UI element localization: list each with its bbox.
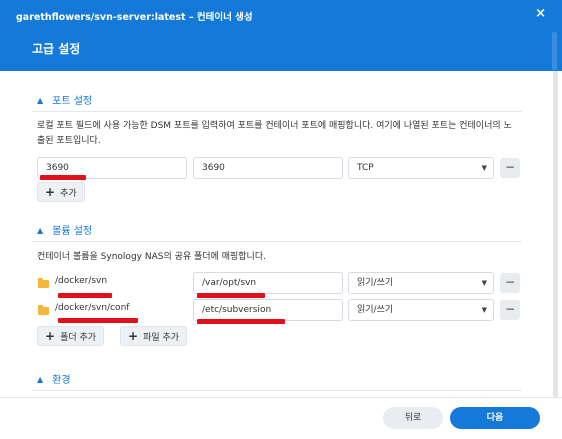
volume-section-title: 볼륨 설정	[52, 225, 93, 237]
minus-icon: −	[504, 302, 516, 316]
caret-down-icon: ▼	[481, 279, 487, 287]
remove-volume-button[interactable]: −	[500, 273, 520, 293]
mount-path-input[interactable]: /var/opt/svn	[193, 272, 343, 294]
env-section-toggle[interactable]: ▲ 환경	[32, 370, 522, 386]
dialog-subtitle: 고급 설정	[32, 42, 81, 56]
add-file-label: 파일 추가	[143, 332, 180, 343]
container-port-input[interactable]: 3690	[193, 157, 343, 179]
caret-down-icon: ▼	[481, 306, 487, 314]
plus-icon: +	[45, 185, 56, 199]
dialog-content: ▲ 포트 설정 로컬 포트 필드에 사용 가능한 DSM 포트를 입력하여 포트…	[0, 71, 562, 397]
port-section-title: 포트 설정	[52, 95, 93, 107]
add-folder-button[interactable]: + 폴더 추가	[37, 326, 105, 346]
env-section-title: 환경	[52, 374, 71, 386]
caret-down-icon: ▼	[481, 164, 487, 172]
minus-icon: −	[504, 160, 516, 174]
volume-folder-path: /docker/svn	[55, 276, 108, 286]
plus-icon: +	[45, 329, 56, 343]
redaction-mark	[197, 319, 285, 324]
plus-icon: +	[128, 329, 139, 343]
next-button[interactable]: 다음	[450, 407, 540, 429]
scrollbar-top[interactable]	[552, 32, 557, 70]
dialog-header: garethflowers/svn-server:latest – 컨테이너 생…	[0, 0, 562, 71]
port-section-description: 로컬 포트 필드에 사용 가능한 DSM 포트를 입력하여 포트를 컨테이너 포…	[37, 121, 512, 146]
minus-icon: −	[504, 275, 516, 289]
window-title: garethflowers/svn-server:latest – 컨테이너 생…	[16, 12, 253, 23]
remove-volume-button[interactable]: −	[500, 300, 520, 320]
back-button[interactable]: 뒤로	[383, 407, 443, 429]
protocol-select[interactable]: TCP ▼	[348, 157, 494, 179]
chevron-up-icon: ▲	[37, 374, 44, 384]
add-folder-label: 폴더 추가	[60, 332, 97, 343]
mount-path-input[interactable]: /etc/subversion	[193, 299, 343, 321]
folder-icon	[38, 305, 49, 315]
redaction-mark	[197, 293, 265, 298]
divider	[32, 390, 522, 391]
volume-section-description: 컨테이너 볼륨을 Synology NAS의 공유 폴더에 매핑합니다.	[37, 252, 266, 262]
permission-select[interactable]: 읽기/쓰기 ▼	[348, 299, 494, 321]
scrollbar[interactable]	[553, 71, 558, 397]
permission-value: 읽기/쓰기	[357, 278, 394, 288]
close-icon[interactable]: ×	[535, 6, 546, 21]
divider	[32, 111, 522, 112]
remove-port-button[interactable]: −	[500, 158, 520, 178]
redaction-mark	[40, 175, 86, 180]
port-section-toggle[interactable]: ▲ 포트 설정	[32, 91, 522, 107]
add-port-button[interactable]: + 추가	[37, 182, 85, 202]
volume-folder-path: /docker/svn/conf	[55, 303, 130, 313]
redaction-mark	[58, 293, 112, 298]
permission-value: 읽기/쓰기	[357, 305, 394, 315]
folder-icon	[38, 278, 49, 288]
add-file-button[interactable]: + 파일 추가	[120, 326, 188, 346]
protocol-value: TCP	[357, 163, 374, 173]
volume-section-toggle[interactable]: ▲ 볼륨 설정	[32, 221, 522, 237]
divider	[32, 241, 522, 242]
chevron-up-icon: ▲	[37, 95, 44, 105]
permission-select[interactable]: 읽기/쓰기 ▼	[348, 272, 494, 294]
redaction-mark	[58, 318, 138, 323]
add-port-label: 추가	[60, 188, 77, 199]
dialog-footer: 뒤로 다음	[0, 397, 562, 439]
chevron-up-icon: ▲	[37, 225, 44, 235]
